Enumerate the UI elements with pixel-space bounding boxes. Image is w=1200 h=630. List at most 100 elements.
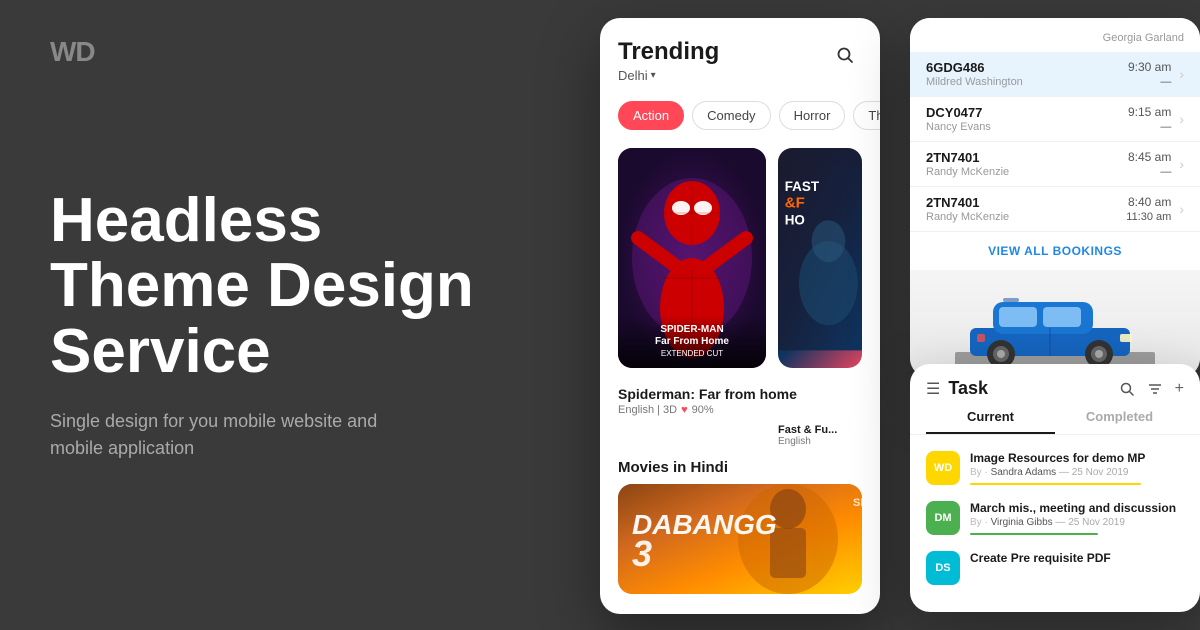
- chevron-right-icon-2: ›: [1179, 111, 1184, 127]
- movie-search-button[interactable]: [828, 38, 862, 72]
- task-item-bar-1: [970, 483, 1141, 485]
- booking-header: Georgia Garland: [910, 18, 1200, 52]
- booking-row-3[interactable]: 2TN7401 Randy McKenzie 8:45 am — ›: [910, 142, 1200, 187]
- genre-thriller[interactable]: Thriller: [853, 101, 880, 130]
- featured-poster-image: SPIDER-MANFar From HomeEXTENDED CUT: [618, 148, 766, 368]
- view-all-bookings-button[interactable]: VIEW ALL BOOKINGS: [910, 232, 1200, 270]
- chevron-right-icon-1: ›: [1179, 66, 1184, 82]
- car-svg: [955, 280, 1155, 370]
- secondary-movie-info: Fast & Fu... English: [600, 422, 880, 447]
- movie-info: Spiderman: Far from home English | 3D ♥ …: [600, 378, 880, 422]
- task-item-bar-2: [970, 533, 1098, 535]
- task-add-icon[interactable]: +: [1175, 380, 1184, 398]
- chevron-right-icon-4: ›: [1179, 201, 1184, 217]
- task-item-by-1: By ·: [970, 467, 988, 478]
- booking-id-1: 6GDG486: [926, 60, 1128, 75]
- secondary-movie-lang: English: [778, 436, 862, 447]
- svg-text:DABANGG: DABANGG: [632, 509, 777, 540]
- movie-location-text: Delhi: [618, 68, 648, 83]
- task-item-date-2: 25 Nov 2019: [1068, 517, 1125, 528]
- booking-time-start-1: 9:30 am: [1128, 60, 1171, 74]
- task-search-icon[interactable]: [1119, 381, 1135, 397]
- booking-time-end-2: —: [1128, 121, 1171, 133]
- svg-text:3: 3: [632, 533, 652, 574]
- svg-text:HO: HO: [785, 212, 805, 227]
- secondary-poster-image: FAST &F HO: [778, 148, 862, 368]
- task-item-1[interactable]: WD Image Resources for demo MP By · Sand…: [910, 443, 1200, 493]
- movie-overlay-text: SPIDER-MANFar From HomeEXTENDED CUT: [626, 324, 758, 360]
- fast-furious-illustration: FAST &F HO: [778, 148, 862, 368]
- task-item-info-3: Create Pre requisite PDF: [970, 551, 1184, 565]
- booking-id-3: 2TN7401: [926, 150, 1128, 165]
- tab-current[interactable]: Current: [926, 409, 1055, 434]
- booking-time-end-3: —: [1128, 166, 1171, 178]
- chevron-right-icon-3: ›: [1179, 156, 1184, 172]
- task-avatar-3: DS: [926, 551, 960, 585]
- booking-row-1[interactable]: 6GDG486 Mildred Washington 9:30 am — ›: [910, 52, 1200, 97]
- task-header-icons: +: [1119, 380, 1184, 398]
- booking-info-3: 2TN7401 Randy McKenzie: [926, 150, 1128, 178]
- secondary-movie-title: Fast & Fu...: [778, 424, 862, 436]
- booking-info-2: DCY0477 Nancy Evans: [926, 105, 1128, 133]
- task-app-card: ☰ Task + Current Completed WD: [910, 364, 1200, 612]
- task-avatar-1: WD: [926, 451, 960, 485]
- booking-time-start-4: 8:40 am: [1126, 195, 1171, 209]
- heart-icon: ♥: [681, 404, 688, 416]
- car-illustration: [910, 270, 1200, 378]
- chevron-down-icon: ▾: [651, 70, 656, 81]
- task-item-meta-2: By · Virginia Gibbs — 25 Nov 2019: [970, 517, 1184, 528]
- svg-text:SKF: SKF: [853, 497, 862, 509]
- sub-heading: Single design for you mobile website and…: [50, 408, 430, 462]
- booking-time-start-3: 8:45 am: [1128, 150, 1171, 164]
- main-heading: HeadlessTheme DesignService: [50, 188, 530, 383]
- task-items-list: WD Image Resources for demo MP By · Sand…: [910, 435, 1200, 601]
- booking-time-start-2: 9:15 am: [1128, 105, 1171, 119]
- genre-action[interactable]: Action: [618, 101, 684, 130]
- task-item-2[interactable]: DM March mis., meeting and discussion By…: [910, 493, 1200, 543]
- booking-person-4: Randy McKenzie: [926, 211, 1126, 223]
- task-item-dash-2: —: [1055, 517, 1068, 528]
- booking-id-2: DCY0477: [926, 105, 1128, 120]
- booking-person-1: Mildred Washington: [926, 76, 1128, 88]
- right-section: Trending Delhi ▾ Action Comedy Horror Th…: [580, 0, 1200, 630]
- task-title: Task: [948, 378, 1110, 399]
- task-header: ☰ Task +: [910, 364, 1200, 399]
- genre-tabs: Action Comedy Horror Thriller: [600, 93, 880, 138]
- booking-time-end-4: 11:30 am: [1126, 211, 1171, 223]
- svg-text:FAST: FAST: [785, 179, 820, 194]
- booking-row-2[interactable]: DCY0477 Nancy Evans 9:15 am — ›: [910, 97, 1200, 142]
- booking-time-end-1: —: [1128, 76, 1171, 88]
- task-item-3[interactable]: DS Create Pre requisite PDF: [910, 543, 1200, 593]
- task-item-author-1: Sandra Adams: [991, 467, 1057, 478]
- booking-row-4[interactable]: 2TN7401 Randy McKenzie 8:40 am 11:30 am …: [910, 187, 1200, 232]
- svg-text:&F: &F: [785, 195, 805, 212]
- tab-completed[interactable]: Completed: [1055, 409, 1184, 434]
- movie-app-card: Trending Delhi ▾ Action Comedy Horror Th…: [600, 18, 880, 614]
- movie-meta: English | 3D ♥ 90%: [618, 404, 862, 416]
- booking-info-1: 6GDG486 Mildred Washington: [926, 60, 1128, 88]
- menu-icon[interactable]: ☰: [926, 379, 940, 399]
- task-item-author-2: Virginia Gibbs: [991, 517, 1053, 528]
- booking-user-name: Georgia Garland: [926, 32, 1184, 44]
- movie-location[interactable]: Delhi ▾: [618, 68, 719, 83]
- movie-poster-area: SPIDER-MANFar From HomeEXTENDED CUT: [600, 138, 880, 378]
- movie-app-title: Trending: [618, 38, 719, 66]
- hindi-movies-poster[interactable]: DABANGG 3 SKF: [618, 484, 862, 594]
- movie-card-header: Trending Delhi ▾: [600, 18, 880, 93]
- genre-horror[interactable]: Horror: [779, 101, 846, 130]
- booking-id-4: 2TN7401: [926, 195, 1126, 210]
- task-item-title-2: March mis., meeting and discussion: [970, 501, 1184, 515]
- dabangg-illustration: DABANGG 3 SKF: [618, 484, 862, 594]
- booking-person-3: Randy McKenzie: [926, 166, 1128, 178]
- movie-rating: 90%: [692, 404, 714, 416]
- featured-poster[interactable]: SPIDER-MANFar From HomeEXTENDED CUT: [618, 148, 766, 368]
- task-item-by-2: By ·: [970, 517, 988, 528]
- left-section: WD HeadlessTheme DesignService Single de…: [0, 0, 580, 630]
- genre-comedy[interactable]: Comedy: [692, 101, 770, 130]
- search-icon: [836, 46, 854, 64]
- task-avatar-2: DM: [926, 501, 960, 535]
- booking-app-card: Georgia Garland 6GDG486 Mildred Washingt…: [910, 18, 1200, 378]
- secondary-poster[interactable]: FAST &F HO: [778, 148, 862, 368]
- task-tabs: Current Completed: [910, 399, 1200, 435]
- task-filter-icon[interactable]: [1147, 381, 1163, 397]
